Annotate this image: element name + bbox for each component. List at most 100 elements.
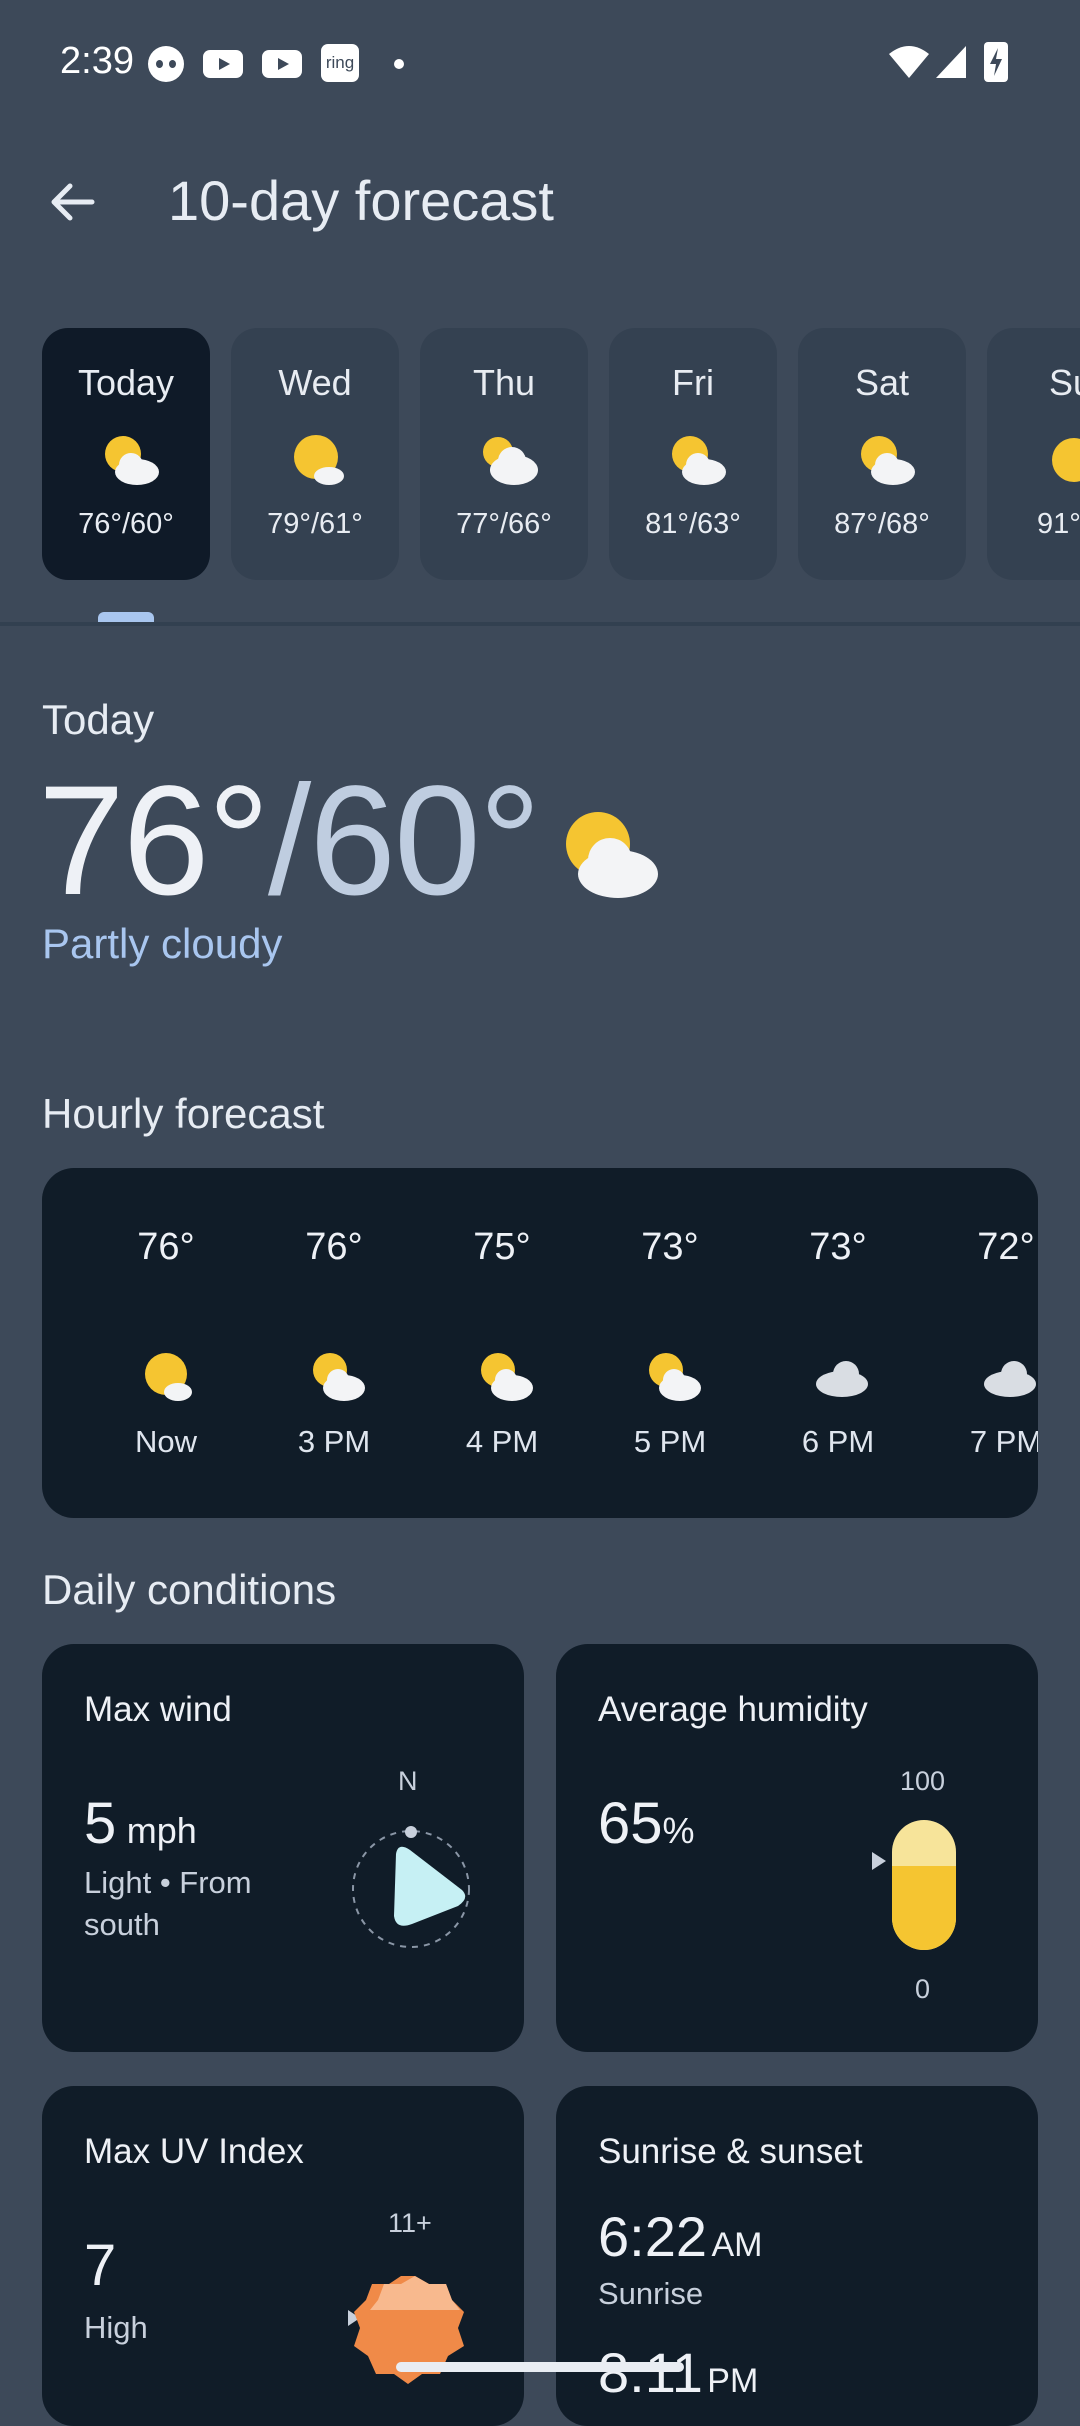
sunrise-time: 6:22 <box>598 2205 707 2268</box>
partly-cloudy-icon <box>481 1353 533 1401</box>
dot-icon <box>394 59 404 69</box>
day-name: Thu <box>472 362 536 403</box>
uv-gauge <box>348 2276 464 2384</box>
partly-cloudy-icon <box>672 436 726 485</box>
day-temps: 79°/61° <box>267 508 363 540</box>
today-low: 60° <box>309 754 541 928</box>
wind-value-row: 5 mph <box>84 1790 197 1857</box>
uv-title: Max UV Index <box>84 2132 304 2171</box>
hourly-time: Now <box>134 1424 197 1459</box>
sunrise-ampm: AM <box>711 2226 763 2264</box>
compass-north-label: N <box>398 1766 418 1796</box>
day-temps: 81°/63° <box>645 508 741 540</box>
hourly-temp: 76° <box>137 1226 195 1268</box>
page-title: 10-day forecast <box>168 169 554 232</box>
mostly-sunny-icon <box>294 435 344 485</box>
hourly-time: 4 PM <box>465 1424 539 1459</box>
status-time: 2:39 <box>60 40 134 82</box>
humidity-value: 65 <box>598 1791 663 1856</box>
sunrise-label: Sunrise <box>598 2276 704 2311</box>
sunset-time: 8:11 <box>598 2341 703 2404</box>
hourly-time: 6 PM <box>801 1424 875 1459</box>
humidity-gauge <box>892 1820 956 1950</box>
day-name: Today <box>77 362 175 403</box>
day-name: Wed <box>278 362 352 403</box>
gesture-navigation-bar[interactable] <box>396 2362 684 2372</box>
daily-conditions-title: Daily conditions <box>42 1566 337 1613</box>
hourly-temp: 72° <box>977 1226 1035 1268</box>
uv-max-label: 11+ <box>388 2208 432 2238</box>
day-name: Sat <box>854 362 910 403</box>
hourly-time: 3 PM <box>297 1424 371 1459</box>
today-label: Today <box>42 696 155 743</box>
day-temps: 77°/66° <box>456 508 552 540</box>
wind-direction-icon <box>352 1826 470 1948</box>
wind-description: Light • From south <box>84 1865 252 1942</box>
wind-value: 5 <box>84 1791 117 1856</box>
selected-day-indicator <box>98 612 154 622</box>
cloudy-icon <box>984 1361 1036 1397</box>
sunrise-row: 6:22 AM <box>598 2204 762 2269</box>
sunset-ampm: PM <box>707 2362 759 2400</box>
average-humidity-card[interactable]: Average humidity 65% 100 0 <box>556 1644 1038 2052</box>
cloudy-icon <box>816 1361 868 1397</box>
humidity-value-row: 65% <box>598 1790 695 1857</box>
wifi-icon <box>889 46 929 78</box>
status-bar: 2:39 ring <box>0 0 1080 130</box>
hourly-temp: 76° <box>305 1226 363 1268</box>
divider <box>0 622 1080 626</box>
sunny-icon <box>1052 438 1080 482</box>
day-temps: 87°/68° <box>834 508 930 540</box>
sunrise-sunset-card[interactable]: Sunrise & sunset 6:22 AM Sunrise 8:11 PM <box>556 2086 1038 2426</box>
cell-signal-icon <box>936 46 966 78</box>
wind-unit: mph <box>126 1810 197 1851</box>
day-selector[interactable]: Today 76°/60° Wed 79°/61° Thu 77°/66° Fr… <box>0 328 1080 588</box>
hourly-forecast-title: Hourly forecast <box>42 1090 325 1137</box>
uv-value: 7 <box>84 2233 117 2298</box>
day-chip-thu[interactable]: Thu 77°/66° <box>420 328 588 580</box>
day-chip-wed[interactable]: Wed 79°/61° <box>231 328 399 580</box>
sun-title: Sunrise & sunset <box>598 2132 863 2171</box>
partly-cloudy-icon <box>313 1353 365 1401</box>
wind-title: Max wind <box>84 1690 232 1729</box>
sunset-row: 8:11 PM <box>598 2340 758 2405</box>
day-chip-fri[interactable]: Fri 81°/63° <box>609 328 777 580</box>
humidity-unit: % <box>662 1810 695 1851</box>
day-chip-sun[interactable]: Su 91°/7 <box>987 328 1080 580</box>
hourly-time: 5 PM <box>633 1424 707 1459</box>
hourly-temp: 73° <box>809 1226 867 1268</box>
humidity-marker-icon <box>872 1852 886 1870</box>
today-high: 76° <box>38 754 270 928</box>
partly-cloudy-icon <box>861 436 915 485</box>
day-temps: 76°/60° <box>78 508 174 540</box>
day-chip-sat[interactable]: Sat 87°/68° <box>798 328 966 580</box>
alien-face-icon <box>148 46 184 82</box>
hourly-temp: 73° <box>641 1226 699 1268</box>
hourly-temp: 75° <box>473 1226 531 1268</box>
day-name: Fri <box>672 362 714 403</box>
mostly-sunny-icon <box>145 1353 192 1401</box>
day-temps: 91°/7 <box>1036 508 1080 540</box>
temp-separator: / <box>267 754 311 928</box>
humidity-max-label: 100 <box>900 1766 946 1796</box>
humidity-min-label: 0 <box>915 1974 931 2004</box>
partly-cloudy-icon <box>566 812 658 898</box>
hourly-time: 7 PM <box>969 1424 1038 1459</box>
partly-cloudy-icon <box>649 1353 701 1401</box>
youtube-icon <box>262 50 302 78</box>
hourly-forecast-card[interactable]: 76° Now 76° 3 PM 75° 4 PM 73° 5 PM 73° 6… <box>42 1168 1038 1518</box>
back-arrow-icon[interactable] <box>42 172 102 232</box>
partly-cloudy-icon <box>483 437 538 485</box>
max-wind-card[interactable]: Max wind 5 mph Light • From south N <box>42 1644 524 2052</box>
humidity-gauge-fill <box>892 1865 956 1950</box>
youtube-icon <box>203 50 243 78</box>
max-uv-card[interactable]: Max UV Index 7 High 11+ <box>42 2086 524 2426</box>
battery-charging-icon <box>984 42 1008 82</box>
today-condition: Partly cloudy <box>42 920 283 967</box>
day-chip-today[interactable]: Today 76°/60° <box>42 328 210 580</box>
humidity-title: Average humidity <box>598 1690 868 1729</box>
uv-level: High <box>84 2310 148 2345</box>
day-name: Su <box>1048 362 1080 403</box>
today-temperatures: 76°/60° <box>38 752 541 931</box>
ring-icon: ring <box>321 44 359 82</box>
